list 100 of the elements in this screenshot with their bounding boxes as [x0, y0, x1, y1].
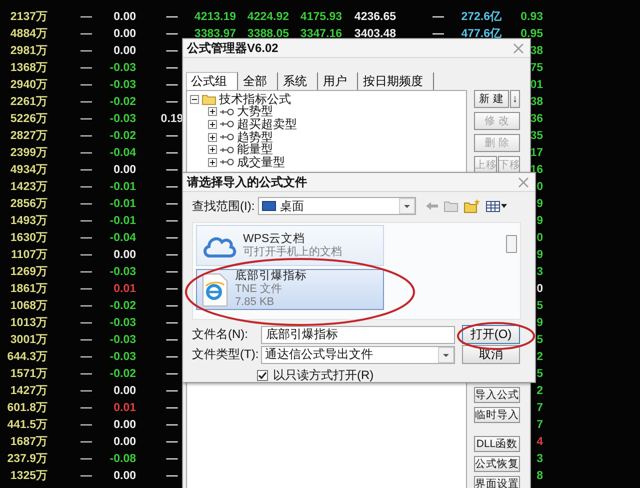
table-cell-text: — [80, 129, 93, 144]
table-cell-text: — [80, 146, 93, 161]
tree-item[interactable]: 技术指标公式 [219, 92, 291, 106]
table-cell-text: 441.5万 [7, 418, 48, 433]
expand-icon[interactable] [208, 132, 217, 142]
table-cell-text: — [80, 435, 93, 450]
action-button[interactable]: 新 建 [474, 90, 509, 108]
table-cell-text: 2856万 [10, 197, 48, 212]
table-cell-text: — [80, 299, 93, 314]
table-cell-text: — [165, 248, 178, 263]
table-cell-text: — [80, 61, 93, 76]
table-cell-text: 2 [536, 384, 543, 399]
open-button[interactable]: 打开(O) [462, 325, 520, 344]
caret-icon [399, 198, 415, 214]
table-cell-text: 0.93 [520, 10, 543, 25]
file-detail: 可打开手机上的文档 [243, 246, 342, 258]
tree-item[interactable]: 成交量型 [237, 156, 285, 169]
table-cell-text: -0.02 [110, 299, 136, 314]
table-cell-text: — [165, 316, 178, 331]
table-cell-text: -0.02 [110, 95, 136, 110]
table-cell-text: 0.01 [114, 401, 136, 416]
table-cell-text: 38 [530, 44, 543, 59]
file-item[interactable]: 底部引爆指标 TNE 文件 7.85 KB [196, 269, 384, 310]
table-cell-text: 7 [536, 418, 543, 433]
table-cell-text: 1423万 [10, 180, 48, 195]
table-cell-text: — [165, 129, 178, 144]
table-cell-text: 0.00 [114, 469, 136, 484]
table-cell-text: 1630万 [10, 231, 48, 246]
tree-item[interactable]: 大势型 [237, 105, 273, 118]
table-cell-text: — [80, 469, 93, 484]
table-cell-text: — [165, 180, 178, 195]
table-cell-text: — [80, 180, 93, 195]
collapse-icon[interactable] [190, 94, 199, 104]
table-cell-text: 17 [530, 146, 543, 161]
table-cell-text: — [165, 231, 178, 246]
table-cell-text: — [165, 163, 178, 178]
file-name-field[interactable]: 底部引爆指标 [261, 326, 455, 344]
window-title: 请选择导入的公式文件 [187, 174, 307, 190]
table-cell-text: 237.9万 [7, 452, 48, 467]
table-cell-text: 35 [530, 129, 543, 144]
table-cell-text: 477.6亿 [461, 26, 502, 42]
action-button[interactable]: 界面设置 [474, 476, 520, 488]
table-cell-text: 5 [536, 299, 543, 314]
table-cell-text: 1107万 [11, 248, 48, 263]
table-cell-text: — [80, 265, 93, 280]
action-button[interactable]: 临时导入 [474, 407, 520, 423]
table-cell-text: -0.01 [110, 197, 136, 212]
table-cell-text: — [80, 112, 93, 127]
table-cell-text: 7 [536, 401, 543, 416]
table-cell-text: — [80, 401, 93, 416]
table-cell-text: 38 [530, 95, 543, 110]
table-cell-text: 3 [536, 265, 543, 280]
table-cell-text: 1571万 [10, 367, 48, 382]
read-only-checkbox[interactable] [257, 370, 268, 381]
table-cell-text: — [165, 265, 178, 280]
table-cell-text: — [165, 44, 178, 59]
field-label: 文件名(N): [192, 326, 249, 343]
close-button[interactable] [513, 42, 524, 54]
action-button[interactable]: 导入公式 [474, 387, 520, 403]
table-cell-text: — [80, 197, 93, 212]
new-folder-icon[interactable] [464, 199, 480, 213]
look-in-dropdown[interactable]: 桌面 [258, 197, 416, 215]
action-button[interactable]: DLL函数 [474, 436, 520, 452]
table-cell-text: — [165, 367, 178, 382]
file-detail: TNE 文件 [235, 283, 284, 296]
table-cell-text: — [165, 27, 178, 42]
tab[interactable]: 公式组 [186, 72, 238, 90]
table-cell-text: — [80, 163, 93, 178]
tree-item[interactable]: 超买超卖型 [237, 118, 297, 131]
table-cell-text: -0.04 [110, 146, 136, 161]
table-cell-text: 01 [530, 78, 543, 93]
table-cell-text: — [165, 61, 178, 76]
close-button[interactable] [518, 176, 529, 188]
tree-item[interactable]: 趋势型 [237, 130, 273, 144]
scrollbar-thumb[interactable] [506, 235, 517, 253]
dropdown-button[interactable]: ↓ [510, 90, 520, 108]
table-cell-text: 5 [536, 367, 543, 382]
table-cell-text: 0.01 [114, 282, 136, 297]
line-circle-icon [220, 133, 234, 142]
expand-icon[interactable] [208, 120, 217, 129]
table-cell-text: 0.00 [114, 44, 136, 59]
table-cell-text: 0.00 [114, 10, 136, 25]
table-cell-text: 1325万 [10, 469, 48, 484]
table-cell-text: — [165, 282, 178, 297]
table-cell-text: 644.3万 [7, 350, 48, 365]
table-cell-text: — [80, 27, 93, 42]
expand-icon[interactable] [208, 145, 217, 154]
file-item[interactable]: WPS云文档 可打开手机上的文档 [196, 225, 384, 266]
table-cell-text: 0.00 [114, 27, 136, 42]
tree-item[interactable]: 能量型 [237, 143, 273, 156]
table-cell-text: 3388.05 [247, 27, 289, 42]
table-cell-text: — [80, 231, 93, 246]
file-type-dropdown[interactable]: 通达信公式导出文件 [261, 346, 455, 364]
expand-icon[interactable] [208, 107, 217, 116]
table-cell-text: — [165, 197, 178, 212]
table-cell-text: 0.00 [114, 384, 136, 399]
expand-icon[interactable] [208, 158, 217, 167]
action-button[interactable]: 公式恢复 [474, 456, 520, 472]
view-menu-icon[interactable] [486, 200, 508, 212]
table-cell-text: 1368万 [10, 61, 48, 76]
